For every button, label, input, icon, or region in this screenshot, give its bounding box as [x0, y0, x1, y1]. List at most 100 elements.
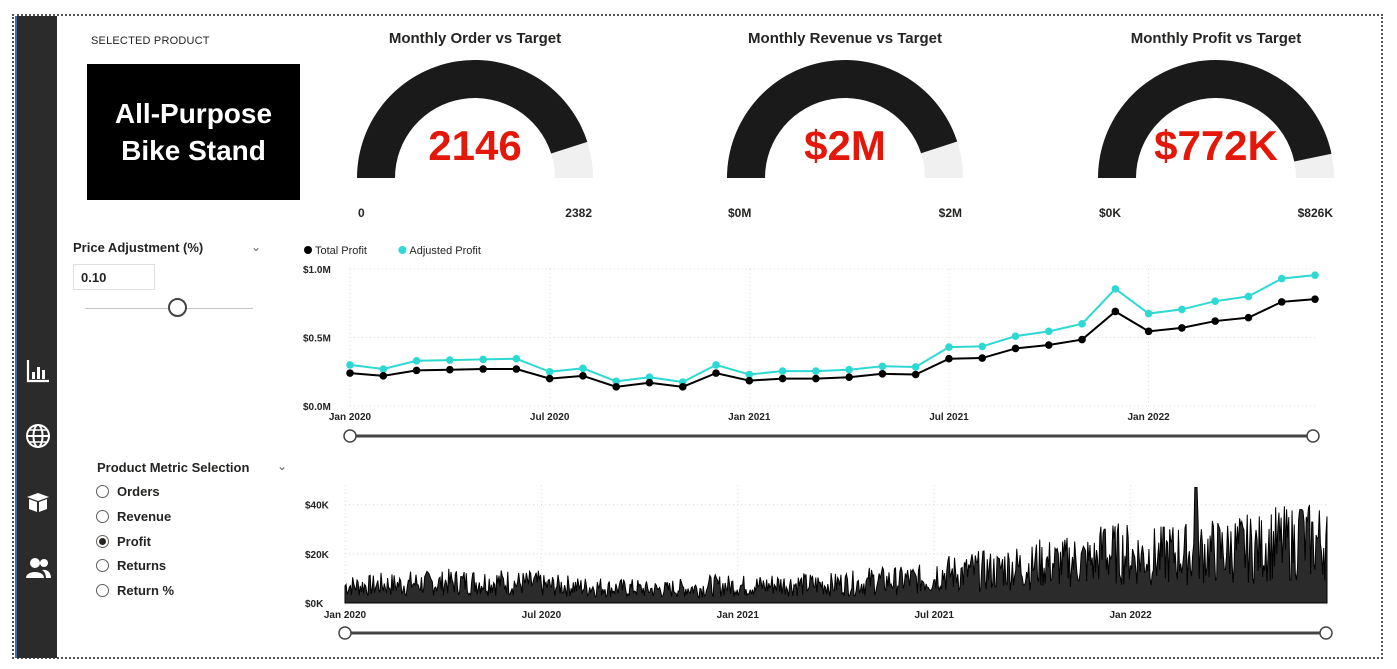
data-point[interactable]	[712, 361, 720, 369]
gauge-revenue: Monthly Revenue vs Target $2M $0M $2M	[725, 30, 965, 220]
data-point[interactable]	[1277, 298, 1286, 306]
y-tick-label: $0.0M	[303, 402, 331, 413]
radio-revenue[interactable]: Revenue	[96, 506, 171, 526]
radio-orders[interactable]: Orders	[96, 481, 160, 501]
price-adjustment-title: Price Adjustment (%)	[73, 240, 204, 255]
data-point[interactable]	[678, 383, 687, 391]
data-point[interactable]	[479, 355, 487, 364]
data-point[interactable]	[911, 370, 920, 379]
data-point[interactable]	[945, 343, 953, 351]
box-icon[interactable]	[23, 487, 53, 517]
data-point[interactable]	[845, 365, 853, 374]
gauge-title: Monthly Profit vs Target	[1130, 30, 1302, 47]
gauge-max: $2M	[938, 206, 962, 220]
gauge-value: $2M	[804, 122, 886, 169]
data-point[interactable]	[1078, 335, 1086, 344]
data-point[interactable]	[379, 365, 388, 373]
data-point[interactable]	[778, 367, 787, 375]
x-tick-label: Jul 2021	[929, 412, 969, 423]
x-tick-label: Jan 2022	[1127, 412, 1170, 423]
data-point[interactable]	[612, 383, 621, 391]
radio-button[interactable]	[96, 484, 109, 498]
bar-chart-icon[interactable]	[23, 356, 53, 386]
data-point[interactable]	[346, 369, 354, 377]
data-point[interactable]	[745, 376, 754, 385]
data-point[interactable]	[1078, 320, 1086, 328]
range-slider-start-handle[interactable]	[338, 626, 352, 640]
data-point[interactable]	[1244, 292, 1253, 301]
data-point[interactable]	[878, 362, 887, 371]
data-point[interactable]	[545, 374, 554, 383]
chevron-down-icon[interactable]: ⌄	[251, 240, 261, 254]
gauge-min: 0	[358, 206, 365, 220]
data-point[interactable]	[512, 354, 521, 363]
gauge-value: 2146	[428, 122, 522, 169]
data-point[interactable]	[379, 372, 388, 380]
range-slider-end-handle[interactable]	[1306, 429, 1320, 443]
data-point[interactable]	[579, 364, 587, 373]
data-point[interactable]	[412, 356, 421, 365]
gauge-title: Monthly Order vs Target	[388, 30, 562, 47]
data-point[interactable]	[545, 367, 554, 376]
range-slider-end-handle[interactable]	[1319, 626, 1333, 640]
data-point[interactable]	[1044, 341, 1053, 349]
x-tick-label: Jul 2020	[530, 412, 570, 423]
data-point[interactable]	[1144, 327, 1153, 336]
data-point[interactable]	[978, 342, 987, 351]
radio-button[interactable]	[96, 509, 109, 523]
users-icon[interactable]	[23, 553, 53, 583]
radio-button[interactable]	[96, 583, 109, 597]
data-point[interactable]	[978, 354, 987, 362]
radio-profit[interactable]: Profit	[96, 531, 151, 551]
data-point[interactable]	[346, 361, 354, 369]
gauge-orders: Monthly Order vs Target 2146 0 2382	[355, 30, 595, 220]
radio-button[interactable]	[96, 558, 109, 572]
data-point[interactable]	[1277, 274, 1286, 283]
radio-label: Orders	[117, 483, 160, 499]
data-point[interactable]	[712, 369, 720, 377]
radio-return-pct[interactable]: Return %	[96, 580, 174, 600]
data-point[interactable]	[512, 365, 521, 373]
data-point[interactable]	[645, 378, 654, 387]
data-point[interactable]	[1178, 324, 1186, 332]
data-point[interactable]	[579, 372, 587, 380]
radio-returns[interactable]: Returns	[96, 555, 166, 575]
product-name-line2: Bike Stand	[121, 135, 266, 166]
data-point[interactable]	[812, 374, 820, 383]
legend-label: Adjusted Profit	[409, 245, 481, 257]
x-tick-label: Jan 2021	[717, 610, 760, 621]
data-point[interactable]	[412, 366, 421, 375]
data-point[interactable]	[1211, 297, 1219, 305]
price-adjustment-input[interactable]: 0.10	[73, 264, 155, 290]
y-tick-label: $0.5M	[303, 334, 331, 345]
data-point[interactable]	[1311, 295, 1319, 303]
data-point[interactable]	[878, 370, 887, 378]
data-point[interactable]	[1111, 307, 1120, 316]
data-point[interactable]	[911, 363, 920, 371]
y-tick-label: $20K	[305, 550, 330, 561]
globe-icon[interactable]	[23, 421, 53, 451]
data-point[interactable]	[446, 356, 454, 364]
data-point[interactable]	[845, 373, 853, 382]
gauge-min: $0M	[728, 206, 752, 220]
data-point[interactable]	[1011, 344, 1020, 353]
data-point[interactable]	[778, 374, 787, 383]
data-point[interactable]	[446, 365, 454, 374]
selected-product-label: SELECTED PRODUCT	[91, 35, 210, 47]
data-point[interactable]	[945, 354, 953, 363]
data-point[interactable]	[812, 367, 820, 375]
data-point[interactable]	[1144, 309, 1153, 318]
chevron-down-icon[interactable]: ⌄	[277, 459, 287, 473]
range-slider-start-handle[interactable]	[343, 429, 357, 443]
data-point[interactable]	[1111, 285, 1120, 293]
data-point[interactable]	[1244, 313, 1253, 322]
profit-line-chart: Total Profit Adjusted Profit $0.0M $0.5M $1.…	[303, 245, 1320, 443]
data-point[interactable]	[1011, 332, 1020, 340]
data-point[interactable]	[1211, 317, 1219, 325]
data-point[interactable]	[1178, 305, 1186, 314]
data-point[interactable]	[1044, 327, 1053, 336]
radio-button[interactable]	[96, 534, 109, 548]
data-point[interactable]	[1311, 271, 1319, 279]
price-slider-thumb[interactable]	[167, 298, 187, 317]
data-point[interactable]	[479, 365, 487, 373]
